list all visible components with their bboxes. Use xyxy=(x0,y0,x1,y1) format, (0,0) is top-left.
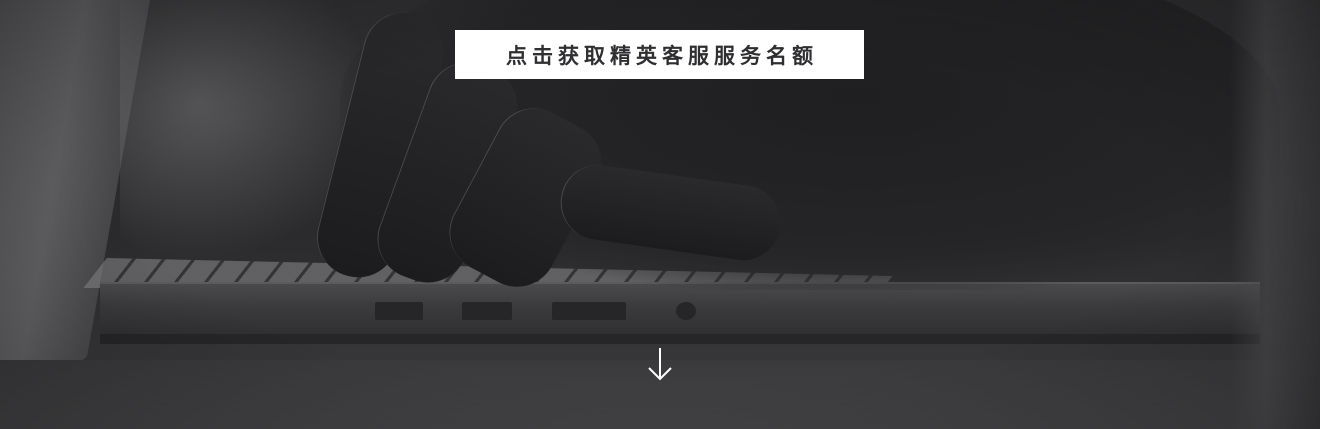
background-finger xyxy=(308,4,453,286)
background-laptop-body xyxy=(100,282,1260,340)
background-laptop-port xyxy=(462,302,512,320)
background-finger xyxy=(435,94,616,301)
background-laptop-port xyxy=(676,302,696,320)
background-thumb xyxy=(555,159,786,266)
hero-banner: 点击获取精英客服服务名额 xyxy=(0,0,1320,429)
cta-button-label: 点击获取精英客服服务名额 xyxy=(506,43,818,68)
get-elite-service-quota-button[interactable]: 点击获取精英客服服务名额 xyxy=(455,30,864,79)
arrow-down-icon[interactable] xyxy=(647,346,673,382)
background-right-blur xyxy=(1230,0,1320,429)
background-laptop-port xyxy=(552,302,626,320)
background-finger xyxy=(366,51,529,294)
background-laptop-edge xyxy=(100,334,1260,344)
background-laptop-screen xyxy=(0,0,154,360)
background-laptop-port xyxy=(375,302,423,320)
background-keyboard xyxy=(83,258,906,288)
background-screen-glow xyxy=(120,0,380,260)
